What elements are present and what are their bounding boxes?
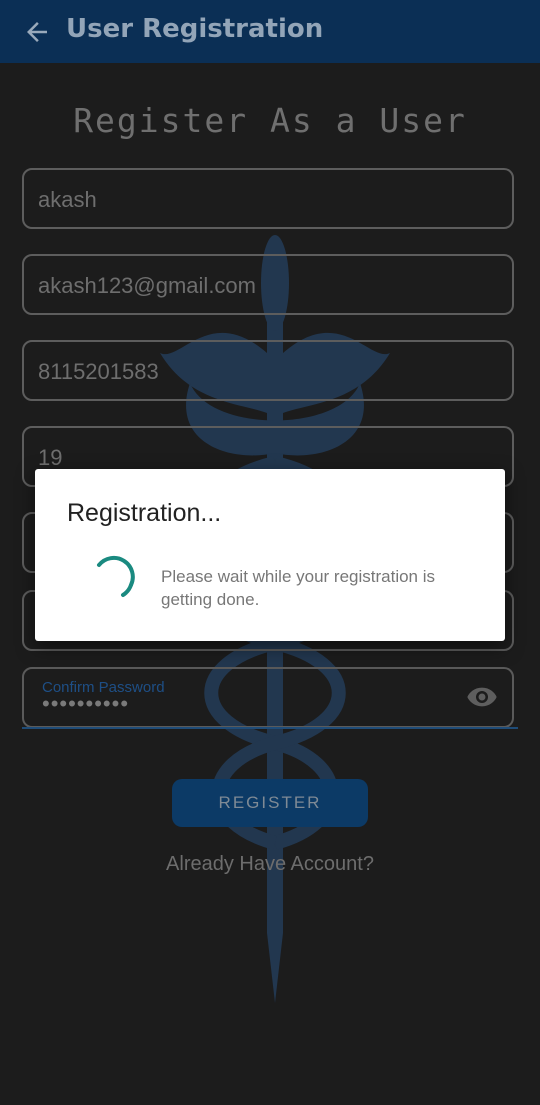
name-value: akash <box>38 187 97 212</box>
progress-dialog: Registration... Please wait while your r… <box>35 469 505 641</box>
register-button[interactable]: REGISTER <box>172 779 368 827</box>
age-value: 19 <box>38 445 63 470</box>
page-heading: Register As a User <box>73 101 467 140</box>
email-field[interactable]: akash123@gmail.com <box>22 254 514 315</box>
app-bar-title: User Registration <box>66 14 324 44</box>
loading-spinner-icon <box>97 555 135 597</box>
name-field[interactable]: akash <box>22 168 514 229</box>
arrow-left-icon[interactable] <box>22 17 52 47</box>
focus-underline <box>22 727 518 729</box>
dialog-title: Registration... <box>67 499 222 527</box>
phone-value: 8115201583 <box>38 359 159 384</box>
phone-field[interactable]: 8115201583 <box>22 340 514 401</box>
email-value: akash123@gmail.com <box>38 273 256 298</box>
already-have-account-link[interactable]: Already Have Account? <box>0 853 540 876</box>
dialog-message: Please wait while your registration is g… <box>161 567 436 609</box>
confirm-password-value: •••••••••• <box>42 691 130 716</box>
app-bar: User Registration <box>0 0 540 63</box>
eye-icon[interactable] <box>466 685 498 709</box>
confirm-password-field[interactable]: Confirm Password •••••••••• <box>22 667 514 728</box>
